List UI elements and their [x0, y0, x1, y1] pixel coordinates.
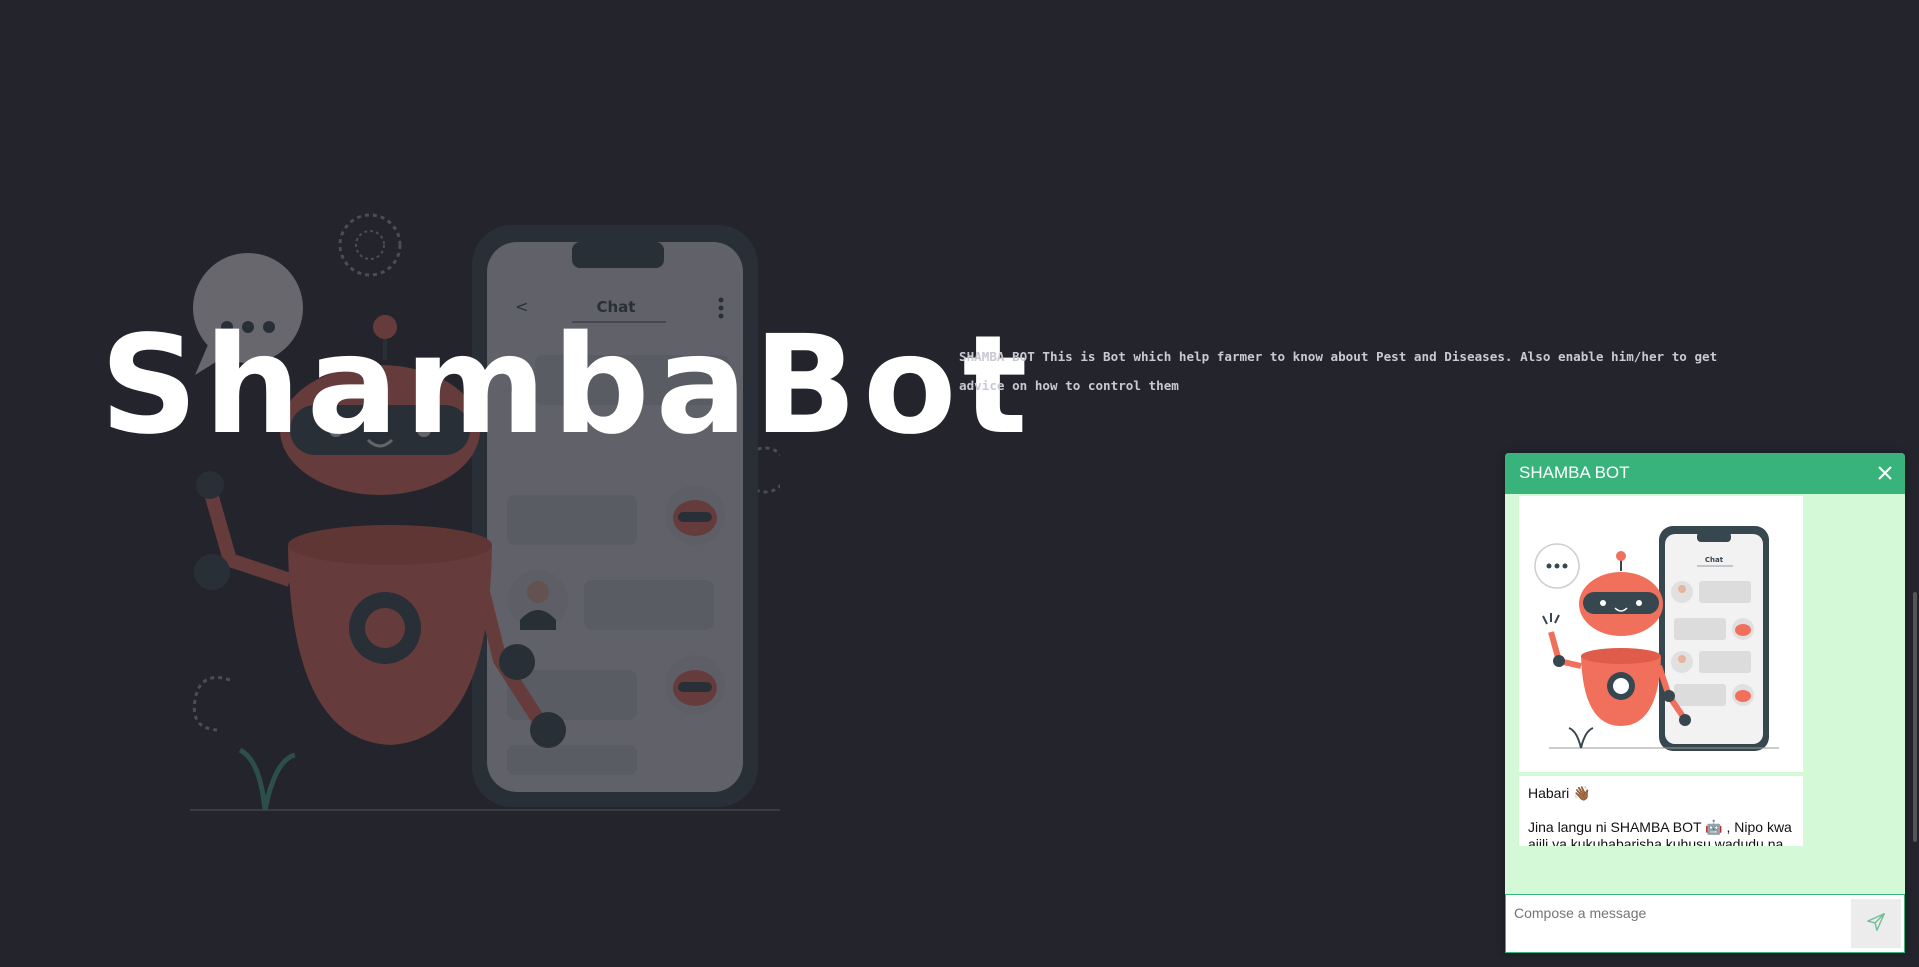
- image-phone-title: Chat: [1705, 556, 1724, 564]
- robot-chat-illustration: Chat: [1519, 496, 1803, 772]
- greeting-text: Habari 👋🏾: [1528, 785, 1591, 801]
- chat-title: SHAMBA BOT: [1519, 463, 1630, 482]
- send-button[interactable]: [1851, 899, 1901, 948]
- intro-text: Jina langu ni SHAMBA BOT 🤖 , Nipo kwa aj…: [1528, 819, 1792, 846]
- chat-widget: SHAMBA BOT Chat Habari 👋🏾 Jina langu ni …: [1505, 453, 1905, 953]
- chat-header: SHAMBA BOT: [1505, 453, 1905, 494]
- compose-input[interactable]: [1514, 901, 1834, 925]
- page-title: ShambaBot: [100, 307, 1034, 465]
- robot-chat-illustration: Chat <: [190, 213, 780, 811]
- chat-messages[interactable]: Chat Habari 👋🏾 Jina langu ni SHAMBA BOT …: [1505, 494, 1905, 846]
- message-composer: [1505, 894, 1905, 953]
- bot-message-text: Habari 👋🏾 Jina langu ni SHAMBA BOT 🤖 , N…: [1519, 776, 1803, 846]
- bot-message-image: Chat: [1519, 496, 1803, 772]
- close-icon[interactable]: [1875, 463, 1895, 483]
- chat-scrollbar[interactable]: [1913, 592, 1917, 842]
- send-icon: [1867, 913, 1885, 931]
- page-description: SHAMBA BOT This is Bot which help farmer…: [959, 349, 1718, 393]
